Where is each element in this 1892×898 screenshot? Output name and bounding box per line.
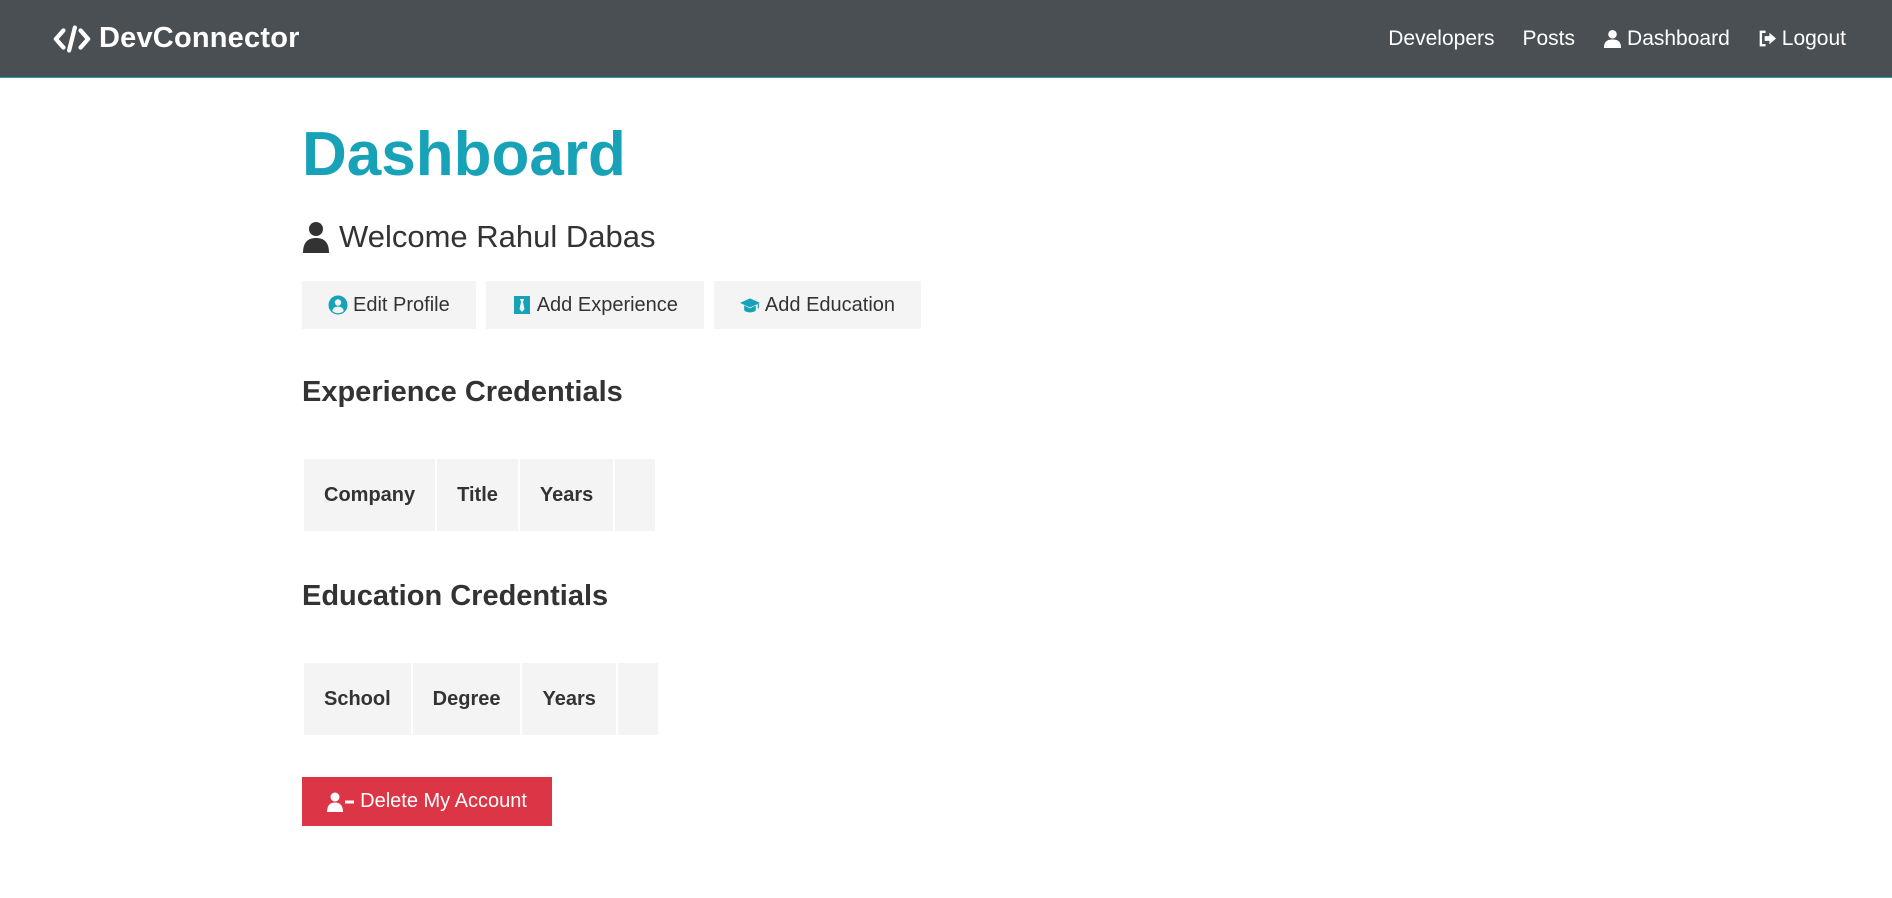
add-experience-button[interactable]: Add Experience	[485, 281, 704, 329]
education-table: School Degree Years	[302, 661, 660, 737]
welcome-text: Welcome Rahul Dabas	[339, 219, 656, 254]
navbar: DevConnector Developers Posts Dashboard …	[0, 0, 1892, 78]
graduation-cap-icon	[739, 298, 760, 313]
nav-links: Developers Posts Dashboard Logout	[1360, 27, 1846, 51]
nav-posts-link[interactable]: Posts	[1523, 27, 1576, 51]
page-title: Dashboard	[302, 120, 626, 189]
education-heading: Education Credentials	[302, 580, 609, 612]
user-icon	[1603, 29, 1622, 48]
welcome-message: Welcome Rahul Dabas	[302, 219, 655, 255]
user-icon	[303, 222, 329, 253]
brand-name: DevConnector	[99, 22, 300, 54]
nav-logout-link[interactable]: Logout	[1758, 27, 1846, 51]
delete-account-label: Delete My Account	[360, 790, 527, 812]
nav-dashboard-link[interactable]: Dashboard	[1603, 27, 1730, 51]
add-education-button[interactable]: Add Education	[713, 281, 922, 329]
experience-header-row: Company Title Years	[304, 459, 656, 531]
black-tie-icon	[513, 296, 530, 314]
experience-col-company: Company	[304, 459, 436, 531]
nav-logout-label: Logout	[1781, 26, 1846, 50]
nav-developers-link[interactable]: Developers	[1388, 27, 1494, 51]
brand-link[interactable]: DevConnector	[53, 22, 300, 55]
nav-posts-label: Posts	[1522, 26, 1576, 50]
code-icon	[53, 24, 91, 53]
add-education-label: Add Education	[764, 293, 896, 316]
experience-col-actions	[615, 459, 656, 531]
education-col-years: Years	[522, 663, 616, 735]
add-experience-label: Add Experience	[536, 293, 678, 316]
education-col-school: School	[304, 663, 411, 735]
delete-account-button[interactable]: Delete My Account	[302, 777, 552, 826]
education-header-row: School Degree Years	[304, 663, 658, 735]
edit-profile-label: Edit Profile	[353, 293, 450, 316]
experience-heading: Experience Credentials	[302, 376, 623, 408]
experience-table: Company Title Years	[302, 457, 657, 533]
user-circle-icon	[328, 295, 348, 315]
education-col-degree: Degree	[412, 663, 521, 735]
experience-col-years: Years	[519, 459, 614, 531]
nav-dashboard-label: Dashboard	[1627, 26, 1730, 50]
nav-developers-label: Developers	[1388, 26, 1495, 50]
user-minus-icon	[327, 792, 355, 812]
education-col-actions	[617, 663, 658, 735]
dash-buttons: Edit Profile Add Experience Add Educatio…	[302, 281, 931, 329]
edit-profile-button[interactable]: Edit Profile	[302, 281, 476, 329]
sign-out-icon	[1759, 30, 1776, 47]
experience-col-title: Title	[437, 459, 518, 531]
